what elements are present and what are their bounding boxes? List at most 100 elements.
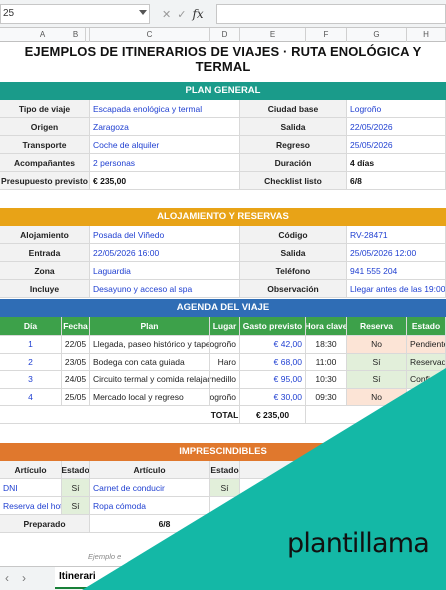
agenda-reserva[interactable]: Sí [347, 371, 407, 389]
essentials-col-estado-1: Estado [62, 461, 90, 479]
field-value[interactable]: 4 días [347, 154, 446, 172]
field-value[interactable]: Posada del Viñedo [90, 226, 240, 244]
agenda-row: 122/05Llegada, paseo histórico y tapeoLo… [0, 336, 446, 354]
agenda-fecha[interactable]: 23/05 [62, 353, 90, 371]
chevron-left-icon[interactable]: ‹ [5, 571, 9, 585]
total-spacer [0, 406, 210, 424]
field-value[interactable]: 25/05/2026 12:00 [347, 244, 446, 262]
chevron-down-icon[interactable] [139, 10, 147, 15]
formula-input[interactable] [216, 4, 446, 24]
essential-item[interactable] [240, 479, 446, 497]
field-value[interactable]: 2 personas [90, 154, 240, 172]
field-value[interactable]: Zaragoza [90, 118, 240, 136]
agenda-gasto[interactable]: € 68,00 [240, 353, 306, 371]
lodging-row: Alojamiento Posada del Viñedo Código RV-284… [0, 226, 446, 244]
general-row: Transporte Coche de alquiler Regreso 25/05/… [0, 136, 446, 154]
agenda-lugar[interactable]: Logroño [210, 388, 240, 406]
agenda-plan[interactable]: Mercado local y regreso [90, 388, 210, 406]
field-value[interactable]: € 235,00 [90, 172, 240, 190]
agenda-reserva[interactable]: No [347, 336, 407, 354]
agenda-hora[interactable]: 09:30 [306, 388, 347, 406]
agenda-dia[interactable]: 3 [0, 371, 62, 389]
essential-status[interactable]: Sí [62, 497, 90, 515]
essentials-header-row: Artículo Estado Artículo Estado Artículo [0, 461, 446, 479]
field-value[interactable]: Coche de alquiler [90, 136, 240, 154]
agenda-col-gasto: Gasto previsto [240, 317, 306, 336]
agenda-dia[interactable]: 4 [0, 388, 62, 406]
formula-bar: 25 ✕ ✓ fx [0, 0, 446, 28]
agenda-plan[interactable]: Bodega con cata guiada [90, 353, 210, 371]
column-header-f[interactable]: F [306, 28, 347, 42]
essential-item[interactable]: Ropa cómoda [90, 497, 210, 515]
essential-item[interactable]: Carnet de conducir [90, 479, 210, 497]
agenda-fecha[interactable]: 25/05 [62, 388, 90, 406]
column-header-h[interactable]: H [407, 28, 446, 42]
agenda-hora[interactable]: 10:30 [306, 371, 347, 389]
function-icon[interactable]: fx [192, 7, 203, 21]
agenda-estado[interactable]: Reservado [407, 353, 446, 371]
agenda-estado[interactable] [407, 388, 446, 406]
field-value[interactable]: 941 555 204 [347, 262, 446, 280]
field-label: Origen [0, 118, 90, 136]
agenda-row: 2 23/05 Bodega con cata guiada Haro € 68,00 1… [0, 353, 446, 371]
agenda-hora[interactable]: 18:30 [306, 336, 347, 354]
agenda-fecha[interactable]: 22/05 [62, 336, 90, 354]
agenda-dia[interactable]: 1 [0, 336, 62, 354]
field-value[interactable]: Laguardia [90, 262, 240, 280]
agenda-plan[interactable]: Circuito termal y comida relajada [90, 371, 210, 389]
section-header-alojamiento: ALOJAMIENTO Y RESERVAS [0, 208, 446, 226]
page-title: EJEMPLOS DE ITINERARIOS DE VIAJES · RUTA… [24, 44, 422, 74]
total-value[interactable]: € 235,00 [240, 406, 306, 424]
agenda-lugar[interactable]: Haro [210, 353, 240, 371]
agenda-estado[interactable]: Pendiente [407, 336, 446, 354]
essential-item[interactable]: DNI [0, 479, 62, 497]
essential-status[interactable] [210, 497, 240, 515]
field-label: Salida [240, 244, 347, 262]
essential-item[interactable]: Reserva del hotel [0, 497, 62, 515]
lodging-row: Incluye Desayuno y acceso al spa Observaci… [0, 280, 446, 298]
confirm-icon[interactable]: ✓ [177, 8, 186, 21]
field-label: Entrada [0, 244, 90, 262]
field-value[interactable]: Desayuno y acceso al spa [90, 280, 240, 298]
agenda-col-reserva: Reserva [347, 317, 407, 336]
agenda-reserva[interactable]: No [347, 388, 407, 406]
field-value[interactable]: 6/8 [347, 172, 446, 190]
field-value[interactable]: 25/05/2026 [347, 136, 446, 154]
name-box[interactable]: 25 [0, 4, 150, 24]
field-value[interactable]: 22/05/2026 16:00 [90, 244, 240, 262]
field-value[interactable]: RV-28471 [347, 226, 446, 244]
agenda-header-row: Día Fecha Plan Lugar Gasto previsto Hora… [0, 317, 446, 336]
column-header-g[interactable]: G [347, 28, 407, 42]
field-value[interactable]: Llegar antes de las 19:00 [347, 280, 446, 298]
agenda-lugar[interactable]: Arnedillo [210, 371, 240, 389]
field-value[interactable]: Escapada enológica y termal [90, 100, 240, 118]
agenda-fecha[interactable]: 24/05 [62, 371, 90, 389]
essential-item[interactable] [240, 497, 446, 515]
chevron-right-icon[interactable]: › [22, 571, 26, 585]
column-header-e[interactable]: E [240, 28, 306, 42]
field-value[interactable]: Logroño [347, 100, 446, 118]
essential-status[interactable]: Sí [210, 479, 240, 497]
formula-icons: ✕ ✓ fx [162, 5, 204, 23]
agenda-gasto[interactable]: € 30,00 [240, 388, 306, 406]
sheet-tab-itinerarios[interactable]: Itinerari [55, 567, 125, 589]
column-header-b[interactable]: B [62, 28, 90, 42]
agenda-dia[interactable]: 2 [0, 353, 62, 371]
general-row: Tipo de viaje Escapada enológica y termal… [0, 100, 446, 118]
field-value[interactable]: 22/05/2026 [347, 118, 446, 136]
agenda-col-plan: Plan [90, 317, 210, 336]
column-header-d[interactable]: D [210, 28, 240, 42]
agenda-estado[interactable]: Confirmado [407, 371, 446, 389]
agenda-plan[interactable]: Llegada, paseo histórico y tapeo [90, 336, 210, 354]
agenda-gasto[interactable]: € 42,00 [240, 336, 306, 354]
prepared-value[interactable]: 6/8 [90, 515, 240, 533]
agenda-hora[interactable]: 11:00 [306, 353, 347, 371]
agenda-reserva[interactable]: Sí [347, 353, 407, 371]
cancel-icon[interactable]: ✕ [162, 8, 171, 21]
field-label: Transporte [0, 136, 90, 154]
essential-status[interactable]: Sí [62, 479, 90, 497]
field-label: Teléfono [240, 262, 347, 280]
agenda-gasto[interactable]: € 95,00 [240, 371, 306, 389]
column-header-c[interactable]: C [90, 28, 210, 42]
agenda-lugar[interactable]: Logroño [210, 336, 240, 354]
